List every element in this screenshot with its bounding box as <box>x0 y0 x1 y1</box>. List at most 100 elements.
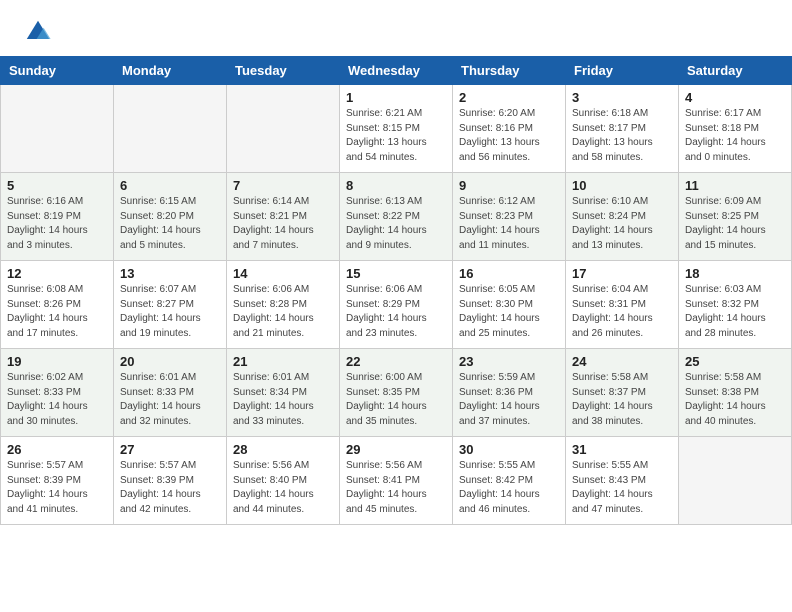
calendar-week-row: 5Sunrise: 6:16 AMSunset: 8:19 PMDaylight… <box>1 173 792 261</box>
page-header <box>0 0 792 56</box>
calendar-day-cell <box>1 85 114 173</box>
day-info: Sunrise: 6:10 AMSunset: 8:24 PMDaylight:… <box>572 195 672 253</box>
calendar-day-cell: 19 Sunrise: 6:02 AMSunset: 8:33 PMDayligh… <box>1 349 114 437</box>
day-info: Sunrise: 6:18 AMSunset: 8:17 PMDaylight:… <box>572 107 672 165</box>
day-number: 16 <box>459 266 559 281</box>
day-info: Sunrise: 6:13 AMSunset: 8:22 PMDaylight:… <box>346 195 446 253</box>
day-info: Sunrise: 6:15 AMSunset: 8:20 PMDaylight:… <box>120 195 220 253</box>
day-info: Sunrise: 5:56 AMSunset: 8:41 PMDaylight:… <box>346 459 446 517</box>
calendar-day-cell: 26 Sunrise: 5:57 AMSunset: 8:39 PMDayligh… <box>1 437 114 525</box>
day-info: Sunrise: 6:01 AMSunset: 8:34 PMDaylight:… <box>233 371 333 429</box>
day-number: 13 <box>120 266 220 281</box>
day-number: 24 <box>572 354 672 369</box>
day-number: 4 <box>685 90 785 105</box>
weekday-header-row: SundayMondayTuesdayWednesdayThursdayFrid… <box>1 57 792 85</box>
weekday-header-saturday: Saturday <box>679 57 792 85</box>
day-number: 22 <box>346 354 446 369</box>
day-info: Sunrise: 6:04 AMSunset: 8:31 PMDaylight:… <box>572 283 672 341</box>
day-info: Sunrise: 6:01 AMSunset: 8:33 PMDaylight:… <box>120 371 220 429</box>
calendar-day-cell: 12 Sunrise: 6:08 AMSunset: 8:26 PMDayligh… <box>1 261 114 349</box>
day-number: 15 <box>346 266 446 281</box>
day-info: Sunrise: 6:17 AMSunset: 8:18 PMDaylight:… <box>685 107 785 165</box>
weekday-header-thursday: Thursday <box>453 57 566 85</box>
day-number: 20 <box>120 354 220 369</box>
day-info: Sunrise: 5:59 AMSunset: 8:36 PMDaylight:… <box>459 371 559 429</box>
calendar-day-cell: 30 Sunrise: 5:55 AMSunset: 8:42 PMDayligh… <box>453 437 566 525</box>
calendar-day-cell: 15 Sunrise: 6:06 AMSunset: 8:29 PMDayligh… <box>340 261 453 349</box>
calendar-day-cell: 27 Sunrise: 5:57 AMSunset: 8:39 PMDayligh… <box>114 437 227 525</box>
day-info: Sunrise: 6:00 AMSunset: 8:35 PMDaylight:… <box>346 371 446 429</box>
logo-icon <box>24 18 52 46</box>
calendar-week-row: 12 Sunrise: 6:08 AMSunset: 8:26 PMDayligh… <box>1 261 792 349</box>
calendar-day-cell: 31 Sunrise: 5:55 AMSunset: 8:43 PMDayligh… <box>566 437 679 525</box>
calendar-week-row: 19 Sunrise: 6:02 AMSunset: 8:33 PMDayligh… <box>1 349 792 437</box>
day-number: 12 <box>7 266 107 281</box>
calendar-day-cell: 25Sunrise: 5:58 AMSunset: 8:38 PMDayligh… <box>679 349 792 437</box>
day-number: 7 <box>233 178 333 193</box>
day-info: Sunrise: 6:09 AMSunset: 8:25 PMDaylight:… <box>685 195 785 253</box>
calendar-day-cell: 11 Sunrise: 6:09 AMSunset: 8:25 PMDayligh… <box>679 173 792 261</box>
day-info: Sunrise: 5:57 AMSunset: 8:39 PMDaylight:… <box>120 459 220 517</box>
day-number: 2 <box>459 90 559 105</box>
weekday-header-tuesday: Tuesday <box>227 57 340 85</box>
day-number: 31 <box>572 442 672 457</box>
calendar-day-cell: 29Sunrise: 5:56 AMSunset: 8:41 PMDayligh… <box>340 437 453 525</box>
day-number: 11 <box>685 178 785 193</box>
day-info: Sunrise: 6:21 AMSunset: 8:15 PMDaylight:… <box>346 107 446 165</box>
calendar-day-cell: 8Sunrise: 6:13 AMSunset: 8:22 PMDaylight… <box>340 173 453 261</box>
day-info: Sunrise: 6:14 AMSunset: 8:21 PMDaylight:… <box>233 195 333 253</box>
calendar-week-row: 1 Sunrise: 6:21 AMSunset: 8:15 PMDaylight… <box>1 85 792 173</box>
day-info: Sunrise: 5:57 AMSunset: 8:39 PMDaylight:… <box>7 459 107 517</box>
day-number: 18 <box>685 266 785 281</box>
calendar-day-cell: 1 Sunrise: 6:21 AMSunset: 8:15 PMDaylight… <box>340 85 453 173</box>
day-number: 6 <box>120 178 220 193</box>
day-info: Sunrise: 6:06 AMSunset: 8:28 PMDaylight:… <box>233 283 333 341</box>
day-number: 9 <box>459 178 559 193</box>
calendar-day-cell: 18 Sunrise: 6:03 AMSunset: 8:32 PMDayligh… <box>679 261 792 349</box>
day-number: 17 <box>572 266 672 281</box>
calendar-day-cell: 17 Sunrise: 6:04 AMSunset: 8:31 PMDayligh… <box>566 261 679 349</box>
calendar-week-row: 26 Sunrise: 5:57 AMSunset: 8:39 PMDayligh… <box>1 437 792 525</box>
day-info: Sunrise: 6:12 AMSunset: 8:23 PMDaylight:… <box>459 195 559 253</box>
calendar-day-cell: 20 Sunrise: 6:01 AMSunset: 8:33 PMDayligh… <box>114 349 227 437</box>
calendar-day-cell: 3 Sunrise: 6:18 AMSunset: 8:17 PMDaylight… <box>566 85 679 173</box>
day-info: Sunrise: 6:06 AMSunset: 8:29 PMDaylight:… <box>346 283 446 341</box>
day-number: 28 <box>233 442 333 457</box>
day-info: Sunrise: 6:02 AMSunset: 8:33 PMDaylight:… <box>7 371 107 429</box>
day-info: Sunrise: 6:07 AMSunset: 8:27 PMDaylight:… <box>120 283 220 341</box>
calendar-day-cell: 13 Sunrise: 6:07 AMSunset: 8:27 PMDayligh… <box>114 261 227 349</box>
day-number: 26 <box>7 442 107 457</box>
calendar-day-cell: 22 Sunrise: 6:00 AMSunset: 8:35 PMDayligh… <box>340 349 453 437</box>
day-number: 14 <box>233 266 333 281</box>
day-info: Sunrise: 6:03 AMSunset: 8:32 PMDaylight:… <box>685 283 785 341</box>
calendar-day-cell: 23 Sunrise: 5:59 AMSunset: 8:36 PMDayligh… <box>453 349 566 437</box>
calendar-day-cell: 4 Sunrise: 6:17 AMSunset: 8:18 PMDaylight… <box>679 85 792 173</box>
weekday-header-wednesday: Wednesday <box>340 57 453 85</box>
calendar-day-cell: 5Sunrise: 6:16 AMSunset: 8:19 PMDaylight… <box>1 173 114 261</box>
day-number: 3 <box>572 90 672 105</box>
calendar-day-cell <box>227 85 340 173</box>
weekday-header-sunday: Sunday <box>1 57 114 85</box>
weekday-header-monday: Monday <box>114 57 227 85</box>
day-info: Sunrise: 6:16 AMSunset: 8:19 PMDaylight:… <box>7 195 107 253</box>
day-number: 23 <box>459 354 559 369</box>
calendar-day-cell: 7 Sunrise: 6:14 AMSunset: 8:21 PMDaylight… <box>227 173 340 261</box>
weekday-header-friday: Friday <box>566 57 679 85</box>
day-number: 27 <box>120 442 220 457</box>
calendar-day-cell: 24Sunrise: 5:58 AMSunset: 8:37 PMDayligh… <box>566 349 679 437</box>
day-number: 10 <box>572 178 672 193</box>
calendar-day-cell: 6 Sunrise: 6:15 AMSunset: 8:20 PMDaylight… <box>114 173 227 261</box>
logo <box>24 18 54 46</box>
calendar-day-cell: 2Sunrise: 6:20 AMSunset: 8:16 PMDaylight… <box>453 85 566 173</box>
day-number: 30 <box>459 442 559 457</box>
day-info: Sunrise: 6:08 AMSunset: 8:26 PMDaylight:… <box>7 283 107 341</box>
calendar-day-cell <box>679 437 792 525</box>
calendar-day-cell <box>114 85 227 173</box>
day-info: Sunrise: 5:55 AMSunset: 8:43 PMDaylight:… <box>572 459 672 517</box>
day-info: Sunrise: 5:56 AMSunset: 8:40 PMDaylight:… <box>233 459 333 517</box>
calendar-day-cell: 14 Sunrise: 6:06 AMSunset: 8:28 PMDayligh… <box>227 261 340 349</box>
day-number: 1 <box>346 90 446 105</box>
day-info: Sunrise: 5:55 AMSunset: 8:42 PMDaylight:… <box>459 459 559 517</box>
day-info: Sunrise: 6:05 AMSunset: 8:30 PMDaylight:… <box>459 283 559 341</box>
day-number: 19 <box>7 354 107 369</box>
